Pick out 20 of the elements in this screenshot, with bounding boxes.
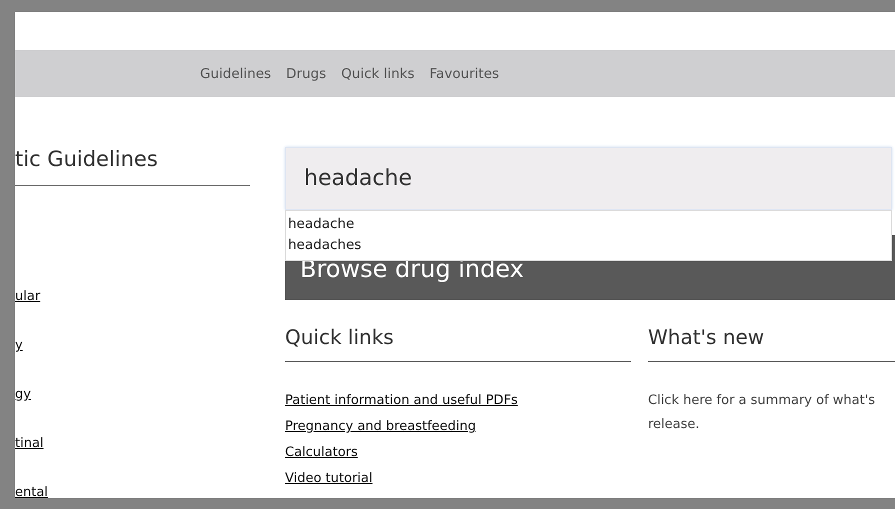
nav-link[interactable]: Favourites bbox=[430, 66, 500, 82]
suggestion-item[interactable]: headache bbox=[286, 214, 891, 235]
panel-heading: What's new bbox=[648, 325, 895, 362]
guideline-link[interactable]: ular bbox=[15, 289, 40, 304]
guideline-link[interactable]: tinal bbox=[15, 436, 44, 451]
quick-link[interactable]: Video tutorial bbox=[285, 471, 372, 486]
guideline-link[interactable]: ental bbox=[15, 485, 48, 498]
search-field[interactable]: headache bbox=[285, 147, 892, 210]
suggestion-item[interactable]: headaches bbox=[286, 235, 891, 256]
quick-link[interactable]: Patient information and useful PDFs bbox=[285, 393, 518, 408]
quick-link[interactable]: Calculators bbox=[285, 445, 358, 460]
quick-link[interactable]: Pregnancy and breastfeeding bbox=[285, 419, 476, 434]
nav-link[interactable]: Guidelines bbox=[200, 66, 272, 82]
nav-link[interactable]: Drugs bbox=[286, 66, 326, 82]
nav-link[interactable]: Quick links bbox=[341, 66, 415, 82]
guideline-link[interactable]: y bbox=[15, 338, 23, 353]
panel-heading: Quick links bbox=[285, 325, 631, 362]
whats-new-text: Click here for a summary of what's release. bbox=[648, 392, 876, 434]
section-heading: tic Guidelines bbox=[15, 97, 250, 186]
guideline-link[interactable]: gy bbox=[15, 387, 31, 402]
